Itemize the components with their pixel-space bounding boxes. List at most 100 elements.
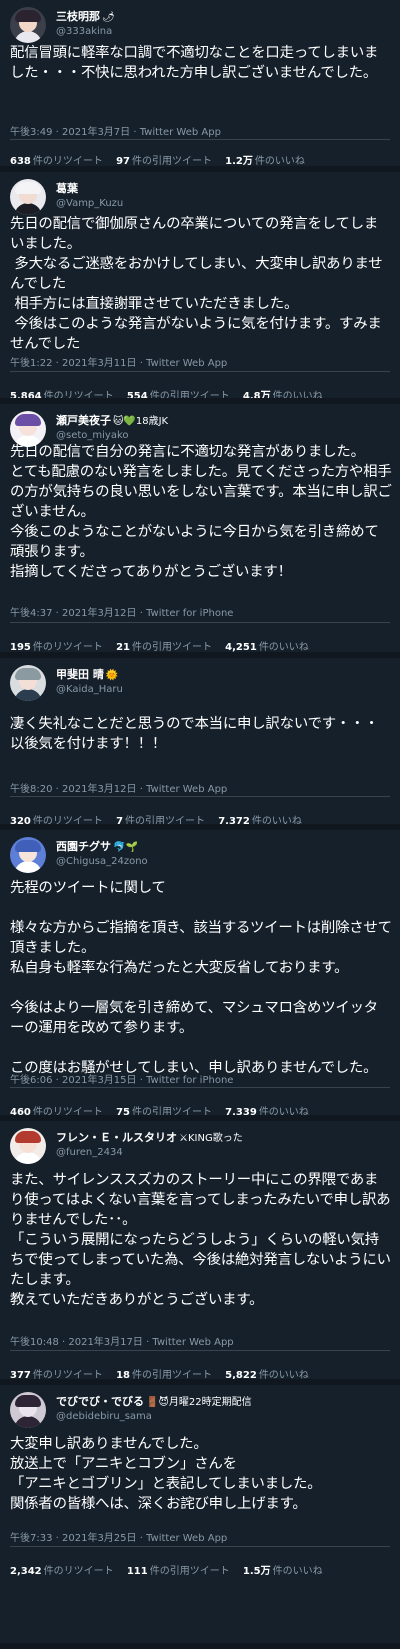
tweet[interactable]: 西園チグサ 🐬🌱 @Chigusa_24zono 先程のツイートに関して 様々な方… xyxy=(0,830,400,1121)
avatar-hair-shape xyxy=(15,840,41,852)
name-badges: 🌶 xyxy=(102,12,115,23)
tweet[interactable]: 瀬戸美夜子 🐱💚18歳JK @seto_miyako 先日の配信で自分の発言に不適… xyxy=(0,404,400,658)
tweet-stats: 5,864 件のリツイート 554 件の引用ツイート 4.8万 件のいいね xyxy=(10,387,333,398)
name-badges: 🐱💚18歳JK xyxy=(113,416,169,427)
tweet-stats: 2,342 件のリツイート 111 件の引用ツイート 1.5万 件のいいね xyxy=(10,1562,333,1577)
tweet[interactable]: 葛葉 @Vamp_Kuzu 先日の配信で御伽原さんの卒業についての発言をしてしま… xyxy=(0,172,400,404)
quote-tweet-count[interactable]: 97 件の引用ツイート xyxy=(116,152,212,166)
user-handle[interactable]: @debidebiru_sama xyxy=(56,1410,252,1424)
tweet-feed: 三枝明那 🌶 @333akina 配信冒頭に軽率な口調で不適切なことを口走ってしま… xyxy=(0,0,400,1649)
like-count[interactable]: 4,251 件のいいね xyxy=(225,638,309,652)
tweet-text: 配信冒頭に軽率な口調で不適切なことを口走ってしまいました・・・不快に思われた方申… xyxy=(10,45,379,81)
author-info: フレン・Ｅ・ルスタリオ ⚔KING歌った @furen_2434 xyxy=(56,1130,243,1160)
like-count[interactable]: 4.8万 件のいいね xyxy=(243,387,323,398)
tweet-timestamp[interactable]: 午後4:37 · 2021年3月12日 · Twitter for iPhone xyxy=(10,604,233,619)
display-name[interactable]: フレン・Ｅ・ルスタリオ ⚔KING歌った xyxy=(56,1130,243,1146)
name-badges: 🌞 xyxy=(105,670,119,681)
avatar-body-shape xyxy=(14,861,42,873)
user-handle[interactable]: @furen_2434 xyxy=(56,1146,243,1160)
avatar-body-shape xyxy=(14,689,42,701)
avatar[interactable] xyxy=(10,665,46,701)
tweet-text: 先日の配信で自分の発言に不適切な発言がありました。 とても配慮のない発言をしまし… xyxy=(10,444,392,580)
avatar[interactable] xyxy=(10,1392,46,1428)
display-name[interactable]: 甲斐田 晴 🌞 xyxy=(56,667,123,683)
quote-tweet-count[interactable]: 75 件の引用ツイート xyxy=(116,1103,212,1115)
tweet-timestamp[interactable]: 午後10:48 · 2021年3月17日 · Twitter Web App xyxy=(10,1333,234,1348)
author-info: 瀬戸美夜子 🐱💚18歳JK @seto_miyako xyxy=(56,413,168,443)
retweet-count[interactable]: 320 件のリツイート xyxy=(10,812,103,824)
avatar-body-shape xyxy=(14,1416,42,1428)
retweet-count[interactable]: 195 件のリツイート xyxy=(10,638,103,652)
tweet-text: 凄く失礼なことだと思うので本当に申し訳ないです・・・ 以後気を付けます！！！ xyxy=(10,716,379,752)
name-badges: 🐬🌱 xyxy=(113,842,138,853)
author-info: 甲斐田 晴 🌞 @Kaida_Haru xyxy=(56,667,123,697)
like-count[interactable]: 7,339 件のいいね xyxy=(225,1103,309,1115)
tweet-timestamp[interactable]: 午後3:49 · 2021年3月7日 · Twitter Web App xyxy=(10,123,221,138)
quote-tweet-count[interactable]: 554 件の引用ツイート xyxy=(127,387,230,398)
divider xyxy=(10,1546,390,1547)
display-name[interactable]: でびでび・でびる 🚪😈月曜22時定期配信 xyxy=(56,1394,252,1410)
tweet-text: 先程のツイートに関して 様々な方からご指摘を頂き、該当するツイートは削除させて頂… xyxy=(10,880,392,1076)
like-count[interactable]: 1.5万 件のいいね xyxy=(243,1562,323,1577)
avatar-body-shape xyxy=(14,1152,42,1164)
tweet[interactable]: 三枝明那 🌶 @333akina 配信冒頭に軽率な口調で不適切なことを口走ってしま… xyxy=(0,0,400,172)
tweet-stats: 320 件のリツイート 7 件の引用ツイート 7,372 件のいいね xyxy=(10,812,312,824)
retweet-count[interactable]: 2,342 件のリツイート xyxy=(10,1562,114,1577)
divider xyxy=(10,371,390,372)
tweet-stats: 377 件のリツイート 18 件の引用ツイート 5,822 件のいいね xyxy=(10,1366,319,1379)
tweet-timestamp[interactable]: 午後8:20 · 2021年3月12日 · Twitter Web App xyxy=(10,780,227,795)
quote-tweet-count[interactable]: 18 件の引用ツイート xyxy=(116,1366,212,1379)
user-handle[interactable]: @Vamp_Kuzu xyxy=(56,197,123,211)
divider xyxy=(10,139,390,140)
tweet-timestamp[interactable]: 午後7:33 · 2021年3月25日 · Twitter Web App xyxy=(10,1529,227,1544)
avatar[interactable] xyxy=(10,837,46,873)
quote-tweet-count[interactable]: 111 件の引用ツイート xyxy=(127,1562,230,1577)
author-info: 西園チグサ 🐬🌱 @Chigusa_24zono xyxy=(56,839,148,869)
avatar-hair-shape xyxy=(15,414,41,426)
avatar[interactable] xyxy=(10,1128,46,1164)
avatar[interactable] xyxy=(10,7,46,43)
display-name[interactable]: 西園チグサ 🐬🌱 xyxy=(56,839,148,855)
tweet-timestamp[interactable]: 午後1:22 · 2021年3月11日 · Twitter Web App xyxy=(10,354,227,369)
display-name[interactable]: 葛葉 xyxy=(56,181,123,197)
display-name[interactable]: 三枝明那 🌶 xyxy=(56,9,115,25)
user-handle[interactable]: @Kaida_Haru xyxy=(56,683,123,697)
avatar-hair-shape xyxy=(15,1395,41,1407)
tweet[interactable]: 甲斐田 晴 🌞 @Kaida_Haru 凄く失礼なことだと思うので本当に申し訳ない… xyxy=(0,658,400,830)
retweet-count[interactable]: 460 件のリツイート xyxy=(10,1103,103,1115)
name-badges: ⚔KING歌った xyxy=(179,1133,243,1144)
user-handle[interactable]: @seto_miyako xyxy=(56,429,168,443)
tweet-timestamp[interactable]: 午後6:06 · 2021年3月15日 · Twitter for iPhone xyxy=(10,1071,233,1086)
user-handle[interactable]: @Chigusa_24zono xyxy=(56,855,148,869)
tweet-stats: 460 件のリツイート 75 件の引用ツイート 7,339 件のいいね xyxy=(10,1103,319,1115)
retweet-count[interactable]: 5,864 件のリツイート xyxy=(10,387,114,398)
divider xyxy=(10,1087,390,1088)
avatar-hair-shape xyxy=(15,10,41,22)
like-count[interactable]: 7,372 件のいいね xyxy=(218,812,302,824)
tweet-stats: 195 件のリツイート 21 件の引用ツイート 4,251 件のいいね xyxy=(10,638,319,652)
avatar-hair-shape xyxy=(15,668,41,680)
tweet[interactable]: フレン・Ｅ・ルスタリオ ⚔KING歌った @furen_2434 また、サイレンス… xyxy=(0,1121,400,1385)
tweet-text: また、サイレンススズカのストーリー中にこの界隈であまり使ってはよくない言葉を言っ… xyxy=(10,1172,391,1308)
quote-tweet-count[interactable]: 7 件の引用ツイート xyxy=(116,812,205,824)
author-info: でびでび・でびる 🚪😈月曜22時定期配信 @debidebiru_sama xyxy=(56,1394,252,1424)
divider xyxy=(10,796,390,797)
name-badges: 🚪😈月曜22時定期配信 xyxy=(146,1397,252,1408)
retweet-count[interactable]: 638 件のリツイート xyxy=(10,152,103,166)
avatar-hair-shape xyxy=(15,182,41,194)
display-name[interactable]: 瀬戸美夜子 🐱💚18歳JK xyxy=(56,413,168,429)
like-count[interactable]: 5,822 件のいいね xyxy=(225,1366,309,1379)
quote-tweet-count[interactable]: 21 件の引用ツイート xyxy=(116,638,212,652)
like-count[interactable]: 1.2万 件のいいね xyxy=(225,152,305,166)
tweet-stats: 638 件のリツイート 97 件の引用ツイート 1.2万 件のいいね xyxy=(10,152,315,166)
tweet-text: 先日の配信で御伽原さんの卒業についての発言をしてしまいました。 多大なるご迷惑を… xyxy=(10,216,383,352)
avatar[interactable] xyxy=(10,179,46,215)
retweet-count[interactable]: 377 件のリツイート xyxy=(10,1366,103,1379)
divider xyxy=(10,622,390,623)
avatar-body-shape xyxy=(14,31,42,43)
author-info: 三枝明那 🌶 @333akina xyxy=(56,9,115,39)
tweet-text: 大変申し訳ありませんでした。 放送上で「アニキとコブン」さんを 「アニキとゴブリ… xyxy=(10,1436,322,1512)
tweet[interactable]: でびでび・でびる 🚪😈月曜22時定期配信 @debidebiru_sama 大変申… xyxy=(0,1385,400,1649)
user-handle[interactable]: @333akina xyxy=(56,25,115,39)
avatar-hair-shape xyxy=(15,1131,41,1143)
